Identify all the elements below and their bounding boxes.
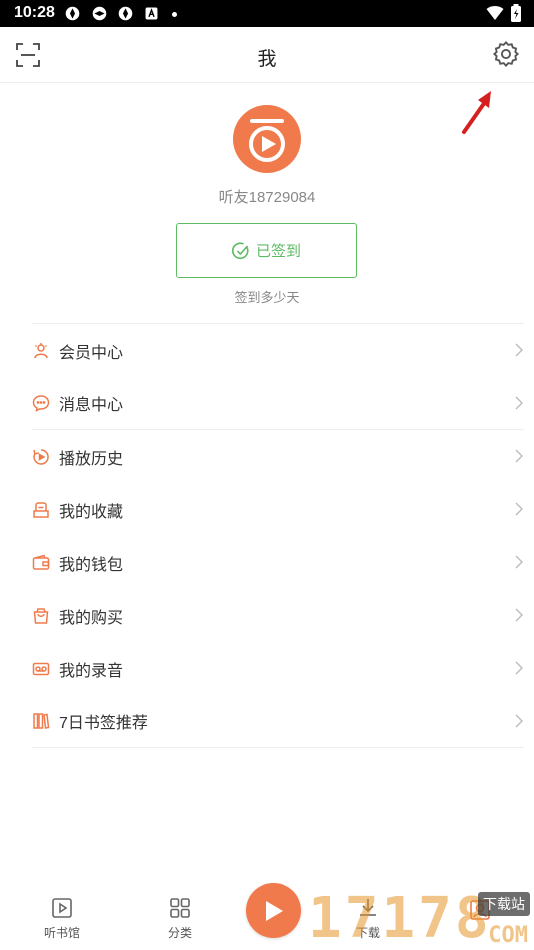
status-time: 10:28 [14,4,55,21]
bookmark-icon [33,713,50,729]
menu-item-favorites[interactable]: 我的收藏 [32,483,524,536]
play-square-icon [52,898,72,918]
menu-item-message-center[interactable]: 消息中心 [32,377,524,430]
chevron-right-icon [515,449,523,463]
app-notification-icon [145,7,158,20]
battery-icon [511,4,521,22]
check-in-days-text: 签到多少天 [234,290,300,305]
watermark-digits: 17178 [308,886,492,950]
message-icon [32,395,50,412]
notification-icon [118,6,133,21]
menu-label: 我的购买 [59,609,124,627]
grid-icon [170,898,190,918]
user-nickname: 听友18729084 [218,189,316,206]
wallet-icon [32,554,50,570]
menu-item-bookmark-recommend[interactable]: 7日书签推荐 [32,695,524,748]
center-play-button[interactable] [246,883,301,938]
settings-gear-icon[interactable] [492,40,520,68]
annotation-arrow-icon [462,91,491,134]
check-circle-icon [231,242,249,259]
menu-label: 消息中心 [59,397,124,414]
chevron-right-icon [515,714,523,728]
favorites-icon [33,501,49,518]
chevron-right-icon [515,555,523,569]
menu-item-wallet[interactable]: 我的钱包 [32,536,524,589]
nav-label: 分类 [167,926,192,940]
menu-label: 7日书签推荐 [59,715,148,732]
menu-label: 播放历史 [59,450,124,468]
notification-icon [65,6,80,21]
status-bar: 10:28 [0,0,534,27]
menu-list: 会员中心 消息中心 播放历史 我的收藏 我的钱包 我的购买 我的录音 7日书签推… [32,323,524,748]
watermark-badge: 下载站 [478,892,530,916]
menu-label: 我的录音 [59,662,124,680]
check-in-label: 已签到 [255,243,301,260]
notification-icon [92,6,107,21]
history-icon [33,448,49,465]
purchase-icon [33,607,49,624]
chevron-right-icon [515,343,523,357]
chevron-right-icon [515,396,523,410]
nav-label: 听书馆 [43,926,80,940]
menu-label: 我的收藏 [59,503,124,521]
top-header: 我 [0,27,534,83]
watermark-logo: 17178 下载站 COM [308,888,534,950]
recording-icon [32,662,50,675]
menu-item-recordings[interactable]: 我的录音 [32,642,524,695]
menu-label: 我的钱包 [59,556,124,574]
nav-tab-category[interactable]: 分类 [150,896,210,941]
more-notifications-dot [172,12,177,17]
menu-item-purchases[interactable]: 我的购买 [32,589,524,642]
check-in-button[interactable]: 已签到 [176,223,357,278]
wifi-icon [486,6,504,20]
nav-tab-library[interactable]: 听书馆 [32,896,92,941]
play-icon [265,900,283,921]
vip-icon [34,342,48,358]
menu-label: 会员中心 [59,344,124,362]
chevron-right-icon [515,608,523,622]
chevron-right-icon [515,502,523,516]
page-title: 我 [257,49,277,70]
menu-item-vip-center[interactable]: 会员中心 [32,324,524,377]
chevron-right-icon [515,661,523,675]
menu-item-play-history[interactable]: 播放历史 [32,430,524,483]
avatar[interactable] [233,105,301,173]
watermark-suffix: COM [488,923,528,948]
